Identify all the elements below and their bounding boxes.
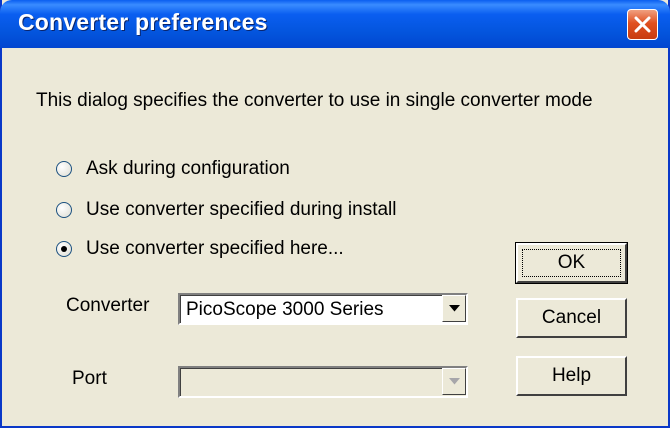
radio-button[interactable]	[56, 202, 72, 218]
radio-button-selected[interactable]	[56, 241, 72, 257]
dialog-description: This dialog specifies the converter to u…	[36, 90, 593, 111]
converter-select[interactable]: PicoScope 3000 Series	[178, 293, 468, 325]
title-bar[interactable]: Converter preferences	[0, 0, 670, 48]
radio-button[interactable]	[56, 161, 72, 177]
cancel-button[interactable]: Cancel	[516, 298, 627, 338]
close-icon	[634, 16, 651, 33]
converter-select-value: PicoScope 3000 Series	[186, 299, 384, 320]
help-button-label: Help	[551, 365, 592, 386]
cancel-button-label: Cancel	[541, 307, 602, 328]
chevron-down-icon	[449, 305, 460, 312]
focus-rect	[522, 249, 621, 277]
help-button[interactable]: Help	[516, 356, 627, 396]
radio-use-converter-here[interactable]: Use converter specified here...	[56, 237, 344, 261]
ok-button[interactable]: OK	[515, 242, 628, 284]
radio-label: Use converter specified during install	[86, 199, 397, 220]
close-button[interactable]	[627, 9, 658, 40]
window-title: Converter preferences	[18, 9, 268, 35]
radio-label: Use converter specified here...	[86, 238, 344, 259]
port-dropdown-button[interactable]	[442, 368, 466, 395]
port-label: Port	[72, 368, 107, 389]
port-select[interactable]	[178, 366, 468, 398]
radio-use-install-converter[interactable]: Use converter specified during install	[56, 198, 397, 222]
port-select-frame	[180, 368, 466, 396]
radio-ask-during-configuration[interactable]: Ask during configuration	[56, 157, 290, 181]
converter-label: Converter	[66, 295, 150, 316]
radio-label: Ask during configuration	[86, 158, 290, 179]
chevron-down-icon	[449, 378, 460, 385]
converter-dropdown-button[interactable]	[442, 295, 466, 322]
